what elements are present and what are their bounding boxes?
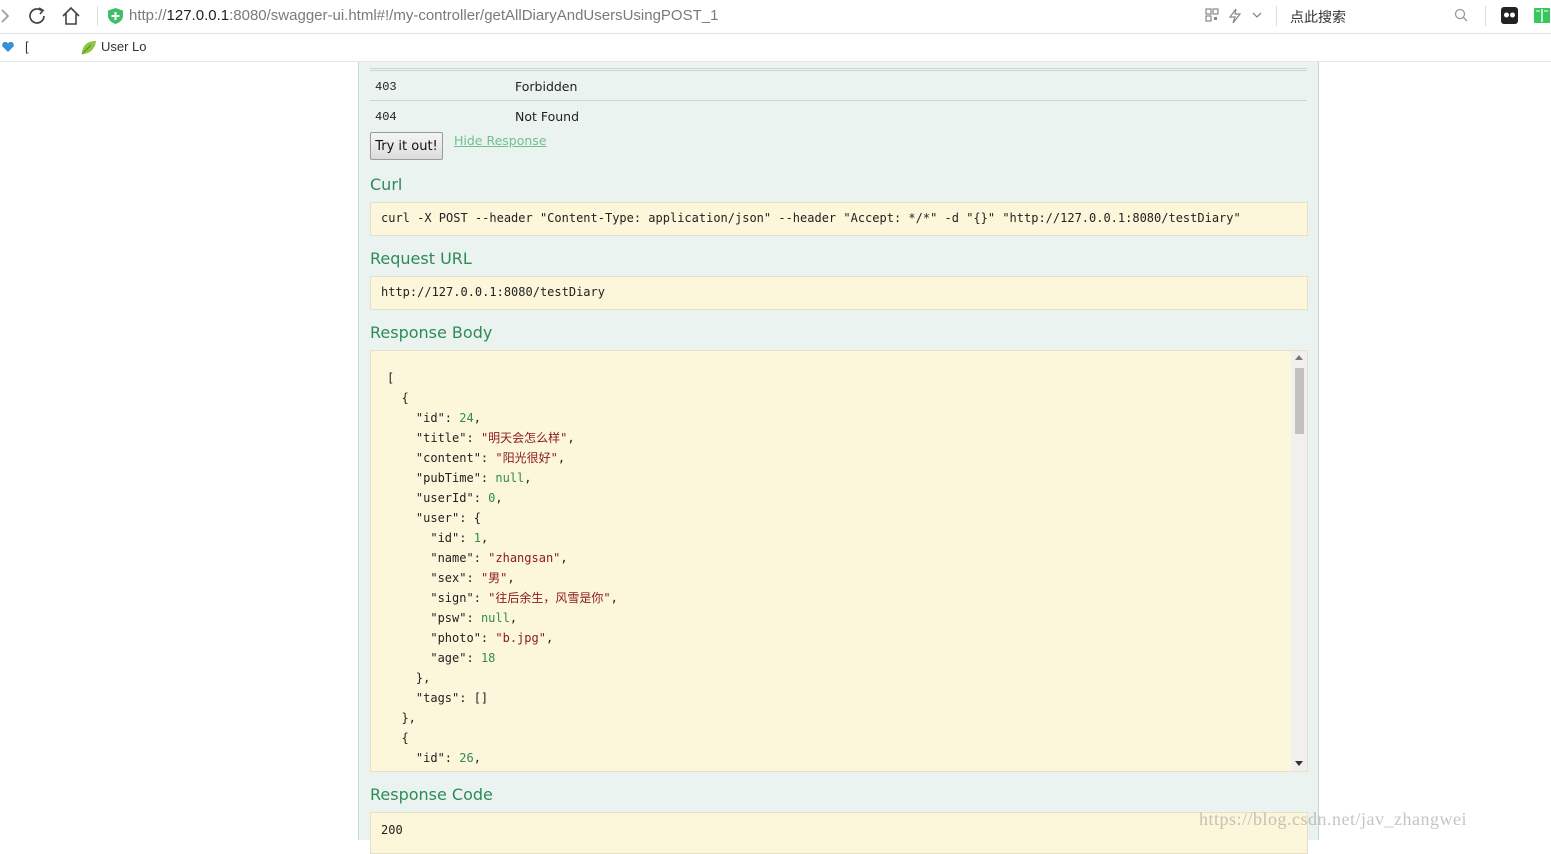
json-line: "name": "zhangsan", <box>387 551 568 565</box>
json-line: "id": 1, <box>387 531 489 545</box>
leaf-icon <box>81 41 96 55</box>
request-url-block: http://127.0.0.1:8080/testDiary <box>370 276 1308 310</box>
json-line: "title": "明天会怎么样", <box>387 431 575 445</box>
json-line: "content": "阳光很好", <box>387 451 566 465</box>
json-line: { <box>387 731 409 745</box>
json-line: "sex": "男", <box>387 571 515 585</box>
book-icon[interactable] <box>1533 6 1551 25</box>
response-body-heading: Response Body <box>370 323 493 342</box>
bookmark-item-1[interactable]: [ <box>25 39 29 54</box>
qr-code-icon[interactable] <box>1205 8 1219 22</box>
response-reason-cell: Not Found <box>515 109 580 124</box>
json-line: "pubTime": null, <box>387 471 532 485</box>
response-body-json: [ { "id": 24, "title": "明天会怎么样", "conten… <box>387 368 618 768</box>
scroll-thumb[interactable] <box>1295 368 1304 434</box>
json-line: "photo": "b.jpg", <box>387 631 554 645</box>
home-icon[interactable] <box>60 5 82 27</box>
response-body-scrollbar[interactable] <box>1291 351 1307 771</box>
json-line: [ <box>387 371 395 385</box>
json-line: }, <box>387 711 416 725</box>
json-line: "sign": "往后余生，风雪是你", <box>387 591 618 605</box>
json-line: "age": 18 <box>387 651 496 665</box>
url-host: 127.0.0.1 <box>166 7 230 24</box>
url-path: :8080/swagger-ui.html#!/my-controller/ge… <box>229 7 719 24</box>
operation-panel: 403 Forbidden 404 Not Found Try it out! … <box>358 62 1319 854</box>
extension-icon[interactable] <box>1500 6 1519 25</box>
bookmarks-bar: [ User Lo <box>0 34 1551 62</box>
response-code-heading: Response Code <box>370 785 493 804</box>
bookmark-item-2[interactable]: User Lo <box>101 39 147 54</box>
json-line: "psw": null, <box>387 611 518 625</box>
curl-block: curl -X POST --header "Content-Type: app… <box>370 202 1308 236</box>
response-code-value: 200 <box>381 823 403 837</box>
secure-shield-icon <box>108 8 123 24</box>
response-reason-cell: Forbidden <box>515 79 578 94</box>
json-line: "user": { <box>387 511 481 525</box>
forward-icon[interactable] <box>0 5 16 27</box>
hide-response-link[interactable]: Hide Response <box>454 133 547 148</box>
search-input[interactable]: 点此搜索 <box>1290 7 1346 27</box>
scroll-down-icon[interactable] <box>1295 761 1303 766</box>
chevron-down-icon[interactable] <box>1251 8 1263 22</box>
json-line: "tags": [] <box>387 691 489 705</box>
heart-icon <box>2 41 14 52</box>
lightning-icon[interactable] <box>1228 8 1242 24</box>
response-code-block: 200 <box>370 812 1308 854</box>
reload-icon[interactable] <box>26 5 48 27</box>
scroll-up-icon[interactable] <box>1295 355 1303 360</box>
json-line: "id": 26, <box>387 751 481 765</box>
address-divider <box>97 6 98 26</box>
search-icon[interactable] <box>1454 8 1468 22</box>
json-line: { <box>387 391 409 405</box>
browser-toolbar: http://127.0.0.1:8080/swagger-ui.html#!/… <box>0 0 1551 34</box>
curl-heading: Curl <box>370 175 403 194</box>
response-code-cell: 403 <box>375 80 397 94</box>
request-url-value: http://127.0.0.1:8080/testDiary <box>381 285 605 299</box>
json-line: }, <box>387 671 431 685</box>
json-line: "id": 24, <box>387 411 481 425</box>
request-url-heading: Request URL <box>370 249 472 268</box>
watermark: https://blog.csdn.net/jav_zhangwei <box>1199 809 1467 829</box>
search-divider <box>1276 6 1277 26</box>
try-it-out-button[interactable]: Try it out! <box>370 132 443 160</box>
response-row-403: 403 Forbidden <box>370 70 1307 101</box>
url-prefix: http:// <box>129 7 167 24</box>
response-body-block[interactable]: [ { "id": 24, "title": "明天会怎么样", "conten… <box>370 350 1308 772</box>
json-line: "userId": 0, <box>387 491 503 505</box>
response-code-cell: 404 <box>375 110 397 124</box>
response-row-404: 404 Not Found <box>370 100 1307 131</box>
curl-command: curl -X POST --header "Content-Type: app… <box>381 211 1241 225</box>
address-bar[interactable]: http://127.0.0.1:8080/swagger-ui.html#!/… <box>129 7 718 24</box>
extensions-divider <box>1485 6 1486 26</box>
